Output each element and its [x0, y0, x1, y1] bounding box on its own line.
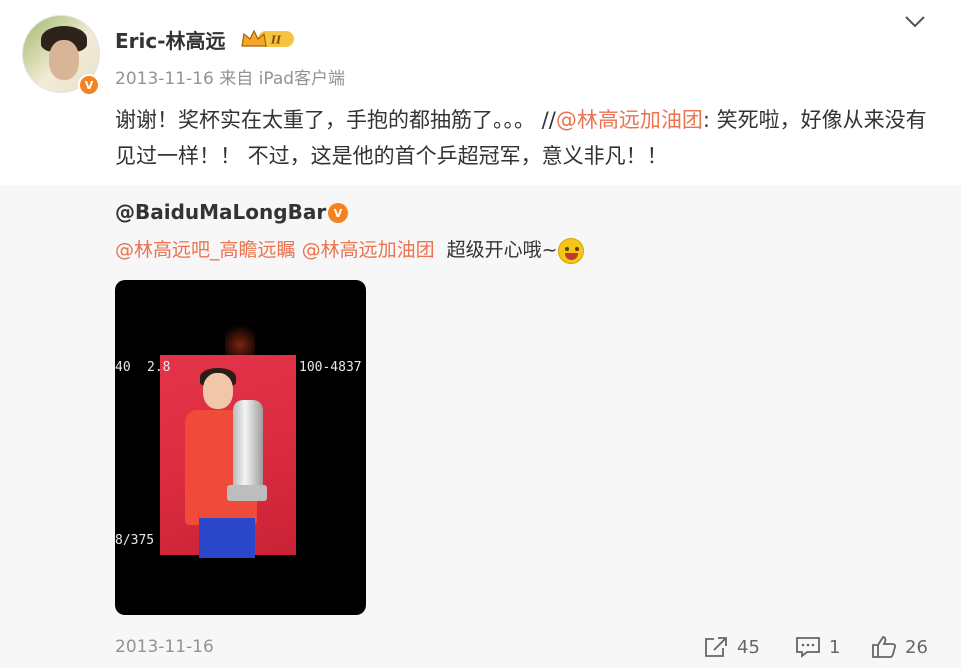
post-username[interactable]: Eric-林高远 — [115, 25, 226, 54]
post-source: 来自 iPad客户端 — [219, 69, 346, 89]
post-card: V Eric-林高远 II 2013-11-16 来自 iPad客户端 谢谢！奖… — [0, 0, 961, 185]
screen-text: 8/375 — [115, 533, 155, 548]
svg-text:II: II — [270, 34, 282, 47]
repost-card[interactable]: @BaiduMaLongBar V @林高远吧_高瞻远瞩 @林高远加油团 超级开… — [0, 185, 961, 668]
screen-text: 40 — [115, 360, 131, 375]
post-date[interactable]: 2013-11-16 — [115, 69, 214, 89]
repost-date[interactable]: 2013-11-16 — [115, 637, 214, 657]
screen-text: 100-4837 — [299, 360, 362, 375]
share-icon — [705, 637, 727, 657]
mention-link[interactable]: @林高远吧_高瞻远瞩 — [115, 239, 296, 261]
comment-button[interactable]: 1 — [795, 635, 840, 659]
repost-text: @林高远吧_高瞻远瞩 @林高远加油团 超级开心哦~ — [115, 235, 584, 265]
trophy — [233, 400, 263, 495]
post-meta: 2013-11-16 来自 iPad客户端 — [115, 64, 345, 89]
repost-verified-badge: V — [328, 203, 348, 223]
mention-link[interactable]: @林高远加油团 — [556, 108, 703, 132]
post-body: 谢谢！奖杯实在太重了，手抱的都抽筋了。。。 //@林高远加油团: 笑死啦，好像从… — [115, 102, 935, 174]
avatar-face — [49, 40, 79, 80]
comment-icon — [796, 637, 820, 658]
chevron-down-icon[interactable] — [902, 12, 928, 32]
trophy-base — [227, 485, 267, 501]
level-crown-badge-icon: II — [241, 29, 294, 47]
player-shorts — [199, 518, 255, 558]
like-icon — [872, 636, 897, 658]
repost-photo[interactable]: 40 2.8 100-4837 8/375 — [115, 280, 366, 615]
laughing-emoji-icon — [557, 237, 584, 264]
repost-text-content: 超级开心哦~ — [446, 239, 558, 261]
comment-count: 1 — [829, 636, 841, 658]
verified-badge: V — [78, 74, 100, 96]
share-count: 45 — [737, 636, 760, 658]
like-count: 26 — [905, 636, 928, 658]
share-button[interactable]: 45 — [703, 635, 760, 659]
like-button[interactable]: 26 — [871, 635, 928, 659]
post-text-before: 谢谢！奖杯实在太重了，手抱的都抽筋了。。。 // — [115, 108, 556, 132]
screen-text: 2.8 — [147, 360, 171, 375]
repost-username[interactable]: @BaiduMaLongBar — [115, 200, 326, 224]
player-head — [203, 373, 233, 409]
mention-link[interactable]: @林高远加油团 — [302, 239, 435, 261]
